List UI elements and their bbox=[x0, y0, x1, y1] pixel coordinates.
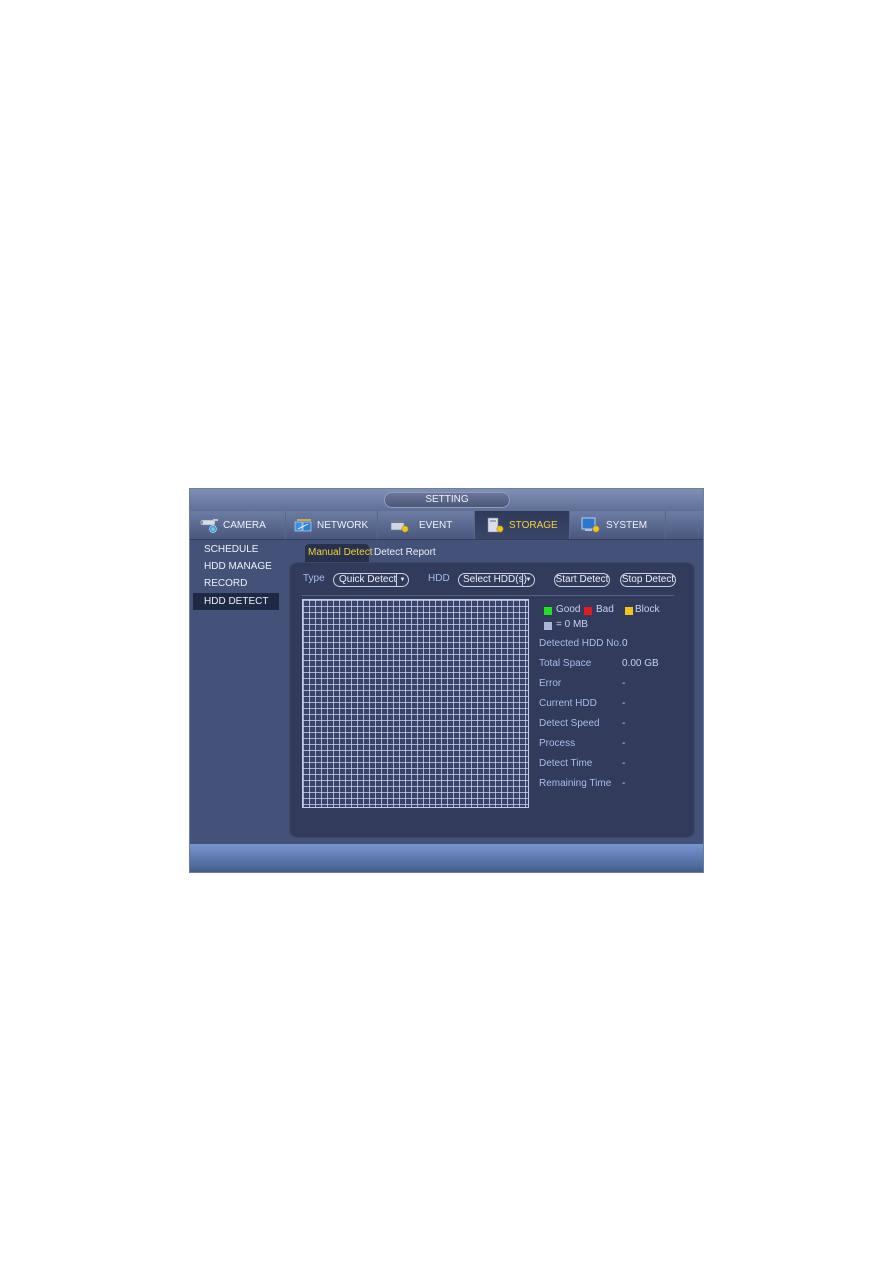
start-detect-button[interactable]: Start Detect bbox=[554, 573, 610, 587]
type-dropdown[interactable]: Quick Detect ▼ bbox=[333, 573, 409, 587]
tab-label: EVENT bbox=[419, 519, 453, 531]
info-value: - bbox=[622, 778, 626, 789]
info-label: Current HDD bbox=[539, 698, 597, 709]
hdd-dropdown[interactable]: Select HDD(s) ▼ bbox=[458, 573, 535, 587]
type-value: Quick Detect bbox=[339, 574, 397, 585]
info-value: 0 bbox=[622, 638, 628, 649]
chevron-down-icon: ▼ bbox=[396, 574, 408, 586]
storage-icon bbox=[486, 517, 506, 533]
tab-event[interactable]: EVENT bbox=[378, 511, 475, 539]
info-value: - bbox=[622, 738, 626, 749]
info-value: - bbox=[622, 758, 626, 769]
tab-detect-report[interactable]: Detect Report bbox=[374, 544, 436, 562]
block-swatch bbox=[625, 607, 633, 615]
tab-manual-detect[interactable]: Manual Detect bbox=[305, 544, 372, 562]
system-icon bbox=[581, 517, 601, 533]
camera-icon bbox=[200, 517, 220, 533]
tab-camera[interactable]: CAMERA bbox=[190, 511, 286, 539]
info-label: Remaining Time bbox=[539, 778, 612, 789]
sidebar: SCHEDULE HDD MANAGE RECORD HDD DETECT bbox=[190, 540, 286, 840]
detect-panel: Type Quick Detect ▼ HDD Select HDD(s) ▼ … bbox=[289, 562, 695, 838]
legend-good: Good bbox=[556, 604, 581, 615]
sidebar-item-hdd-manage[interactable]: HDD MANAGE bbox=[193, 558, 279, 575]
info-label: Total Space bbox=[539, 658, 592, 669]
tab-system[interactable]: SYSTEM bbox=[570, 511, 666, 539]
type-label: Type bbox=[303, 573, 325, 584]
bad-swatch bbox=[584, 607, 592, 615]
sidebar-item-schedule[interactable]: SCHEDULE bbox=[193, 541, 279, 558]
setting-window: SETTING CAMERA NETWORK EVENT STORAGE SYS… bbox=[189, 488, 704, 873]
divider bbox=[302, 595, 674, 596]
tab-label: STORAGE bbox=[509, 519, 558, 531]
network-icon bbox=[294, 517, 314, 533]
tab-storage[interactable]: STORAGE bbox=[475, 511, 570, 539]
main-tabs: CAMERA NETWORK EVENT STORAGE SYSTEM bbox=[190, 511, 703, 540]
tab-label: NETWORK bbox=[317, 519, 369, 531]
unit-swatch bbox=[544, 622, 552, 630]
tab-label: SYSTEM bbox=[606, 519, 648, 531]
footer-bar bbox=[190, 844, 703, 872]
stop-detect-button[interactable]: Stop Detect bbox=[620, 573, 676, 587]
tab-label: CAMERA bbox=[223, 519, 266, 531]
info-label: Detect Speed bbox=[539, 718, 600, 729]
info-value: - bbox=[622, 678, 626, 689]
info-label: Error bbox=[539, 678, 562, 689]
hdd-value: Select HDD(s) bbox=[463, 574, 527, 585]
hdd-label: HDD bbox=[428, 573, 450, 584]
sidebar-item-record[interactable]: RECORD bbox=[193, 575, 279, 592]
tab-network[interactable]: NETWORK bbox=[286, 511, 378, 539]
info-value: - bbox=[622, 698, 626, 709]
legend-unit: = 0 MB bbox=[556, 619, 588, 630]
info-value: - bbox=[622, 718, 626, 729]
good-swatch bbox=[544, 607, 552, 615]
info-label: Process bbox=[539, 738, 576, 749]
title-bar: SETTING bbox=[190, 489, 703, 511]
info-value: 0.00 GB bbox=[622, 658, 659, 669]
legend-block: Block bbox=[635, 604, 660, 615]
info-label: Detect Time bbox=[539, 758, 593, 769]
event-icon bbox=[390, 517, 410, 533]
sidebar-item-hdd-detect[interactable]: HDD DETECT bbox=[193, 593, 279, 610]
window-title: SETTING bbox=[384, 492, 510, 508]
info-label: Detected HDD No. bbox=[539, 638, 622, 649]
chevron-down-icon: ▼ bbox=[522, 574, 534, 586]
legend-bad: Bad bbox=[596, 604, 614, 615]
detect-block-grid bbox=[302, 599, 529, 808]
